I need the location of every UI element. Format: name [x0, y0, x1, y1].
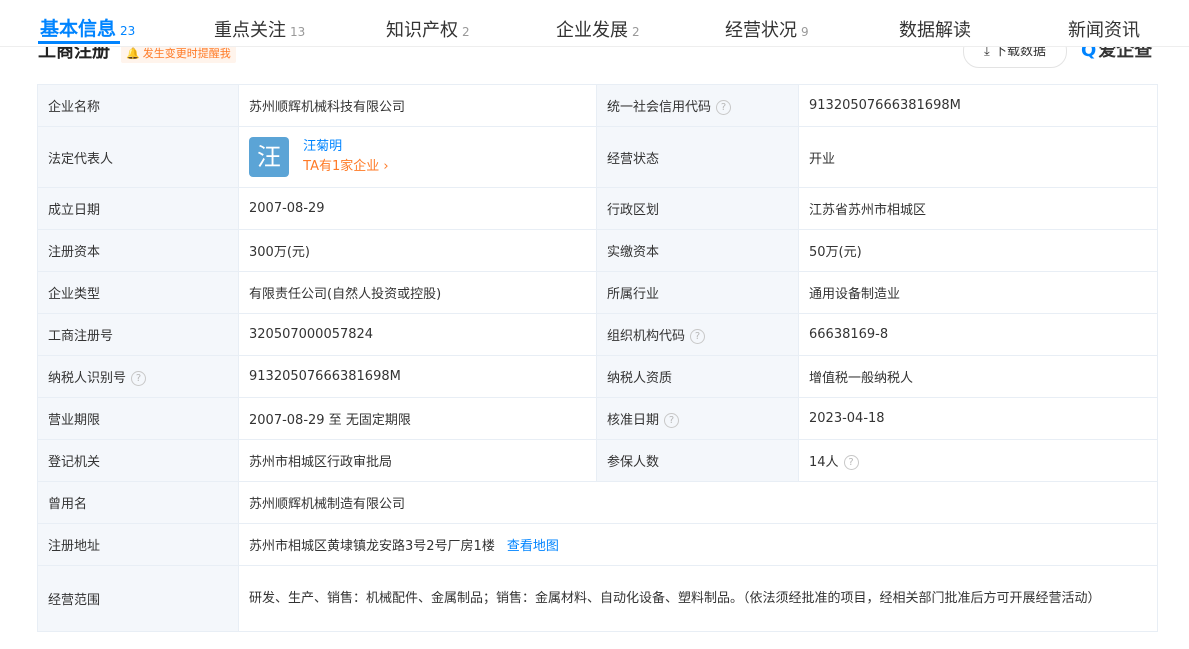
tab-label: 知识产权 [386, 20, 458, 41]
change-remind-button[interactable]: 🔔 发生变更时提醒我 [121, 45, 236, 63]
legal-rep-companies-link[interactable]: TA有1家企业 › [303, 157, 388, 177]
table-row: 企业名称 苏州顺辉机械科技有限公司 统一社会信用代码? 913205076663… [37, 84, 1158, 127]
address-value: 苏州市相城区黄埭镇龙安路3号2号厂房1楼 [249, 539, 495, 554]
help-circle-icon[interactable]: ? [843, 455, 859, 470]
org-code-label: 组织机构代码 [607, 329, 686, 344]
reg-no-label: 工商注册号 [37, 313, 239, 356]
reg-capital-label: 注册资本 [37, 229, 239, 272]
registration-table: 企业名称 苏州顺辉机械科技有限公司 统一社会信用代码? 913205076663… [37, 84, 1158, 632]
companies-count-text: TA有1家企业 [303, 159, 380, 174]
taxpayer-id-label: 纳税人识别号 [48, 371, 127, 386]
tab-label: 重点关注 [214, 20, 286, 41]
taxpayer-qual-value: 增值税一般纳税人 [798, 355, 1158, 398]
term-value: 2007-08-29 至 无固定期限 [238, 397, 597, 440]
insured-label: 参保人数 [596, 439, 799, 482]
region-value: 江苏省苏州市相城区 [798, 187, 1158, 230]
address-cell: 苏州市相城区黄埭镇龙安路3号2号厂房1楼 查看地图 [238, 523, 1158, 566]
scope-value: 研发、生产、销售：机械配件、金属制品；销售：金属材料、自动化设备、塑料制品。（依… [238, 565, 1158, 632]
org-code-key: 组织机构代码? [596, 313, 799, 356]
bell-icon: 🔔 [126, 47, 140, 60]
status-value: 开业 [798, 126, 1158, 188]
approval-date-label: 核准日期 [607, 413, 660, 428]
tab-label: 数据解读 [899, 20, 971, 41]
reg-no-value: 320507000057824 [238, 313, 597, 356]
scope-label: 经营范围 [37, 565, 239, 632]
credit-code-label: 统一社会信用代码 [607, 100, 712, 115]
tab-label: 企业发展 [556, 20, 628, 41]
help-circle-icon[interactable]: ? [131, 371, 147, 386]
authority-label: 登记机关 [37, 439, 239, 482]
table-row: 企业类型 有限责任公司(自然人投资或控股) 所属行业 通用设备制造业 [37, 271, 1158, 314]
reg-capital-value: 300万(元) [238, 229, 597, 272]
table-row: 注册资本 300万(元) 实缴资本 50万(元) [37, 229, 1158, 272]
table-row: 营业期限 2007-08-29 至 无固定期限 核准日期? 2023-04-18 [37, 397, 1158, 440]
taxpayer-id-value: 91320507666381698M [238, 355, 597, 398]
avatar[interactable]: 汪 [249, 137, 289, 177]
table-row: 工商注册号 320507000057824 组织机构代码? 66638169-8 [37, 313, 1158, 356]
chevron-right-icon: › [383, 159, 389, 174]
region-label: 行政区划 [596, 187, 799, 230]
view-map-link[interactable]: 查看地图 [507, 539, 559, 554]
help-circle-icon[interactable]: ? [664, 413, 680, 428]
approval-date-value: 2023-04-18 [798, 397, 1158, 440]
founded-value: 2007-08-29 [238, 187, 597, 230]
table-row: 纳税人识别号? 91320507666381698M 纳税人资质 增值税一般纳税… [37, 355, 1158, 398]
legal-rep-label: 法定代表人 [37, 126, 239, 188]
taxpayer-id-key: 纳税人识别号? [37, 355, 239, 398]
tab-bar: 基本信息 23 重点关注 13 知识产权 2 企业发展 2 经营状况 9 数据解读 新闻资… [0, 0, 1189, 47]
tab-count: 23 [120, 24, 136, 38]
help-circle-icon[interactable]: ? [690, 329, 706, 344]
tab-basic-info[interactable]: 基本信息 23 [40, 14, 135, 41]
remind-label: 发生变更时提醒我 [142, 47, 231, 60]
tab-label: 基本信息 [40, 18, 117, 40]
tab-count: 13 [290, 25, 306, 39]
tab-key-focus[interactable]: 重点关注 13 [214, 16, 305, 42]
help-circle-icon[interactable]: ? [716, 100, 732, 115]
legal-rep-name-link[interactable]: 汪菊明 [303, 137, 388, 157]
authority-value: 苏州市相城区行政审批局 [238, 439, 597, 482]
tab-data-analysis[interactable]: 数据解读 [899, 16, 971, 42]
tab-development[interactable]: 企业发展 2 [556, 16, 640, 42]
tab-ip[interactable]: 知识产权 2 [386, 16, 470, 42]
former-name-value: 苏州顺辉机械制造有限公司 [238, 481, 1158, 524]
company-name-value: 苏州顺辉机械科技有限公司 [238, 84, 597, 127]
status-label: 经营状态 [596, 126, 799, 188]
active-tab-indicator [38, 41, 120, 44]
address-label: 注册地址 [37, 523, 239, 566]
tab-operations[interactable]: 经营状况 9 [725, 16, 809, 42]
type-value: 有限责任公司(自然人投资或控股) [238, 271, 597, 314]
type-label: 企业类型 [37, 271, 239, 314]
term-label: 营业期限 [37, 397, 239, 440]
industry-value: 通用设备制造业 [798, 271, 1158, 314]
company-name-label: 企业名称 [37, 84, 239, 127]
tab-news[interactable]: 新闻资讯 [1068, 16, 1140, 42]
paid-capital-value: 50万(元) [798, 229, 1158, 272]
insured-cell: 14人? [798, 439, 1158, 482]
approval-date-key: 核准日期? [596, 397, 799, 440]
credit-code-key: 统一社会信用代码? [596, 84, 799, 127]
paid-capital-label: 实缴资本 [596, 229, 799, 272]
table-row: 曾用名 苏州顺辉机械制造有限公司 [37, 481, 1158, 524]
legal-rep-info: 汪菊明 TA有1家企业 › [303, 137, 388, 177]
credit-code-value: 91320507666381698M [798, 84, 1158, 127]
former-name-label: 曾用名 [37, 481, 239, 524]
tab-label: 新闻资讯 [1068, 20, 1140, 41]
founded-label: 成立日期 [37, 187, 239, 230]
table-row: 成立日期 2007-08-29 行政区划 江苏省苏州市相城区 [37, 187, 1158, 230]
tab-count: 2 [462, 25, 470, 39]
tab-count: 9 [801, 25, 809, 39]
industry-label: 所属行业 [596, 271, 799, 314]
tab-count: 2 [632, 25, 640, 39]
table-row: 注册地址 苏州市相城区黄埭镇龙安路3号2号厂房1楼 查看地图 [37, 523, 1158, 566]
insured-value: 14人 [809, 455, 839, 470]
org-code-value: 66638169-8 [798, 313, 1158, 356]
legal-rep-cell: 汪 汪菊明 TA有1家企业 › [238, 126, 597, 188]
table-row: 法定代表人 汪 汪菊明 TA有1家企业 › 经营状态 开业 [37, 126, 1158, 188]
tab-label: 经营状况 [725, 20, 797, 41]
taxpayer-qual-label: 纳税人资质 [596, 355, 799, 398]
table-row: 经营范围 研发、生产、销售：机械配件、金属制品；销售：金属材料、自动化设备、塑料… [37, 565, 1158, 632]
table-row: 登记机关 苏州市相城区行政审批局 参保人数 14人? [37, 439, 1158, 482]
